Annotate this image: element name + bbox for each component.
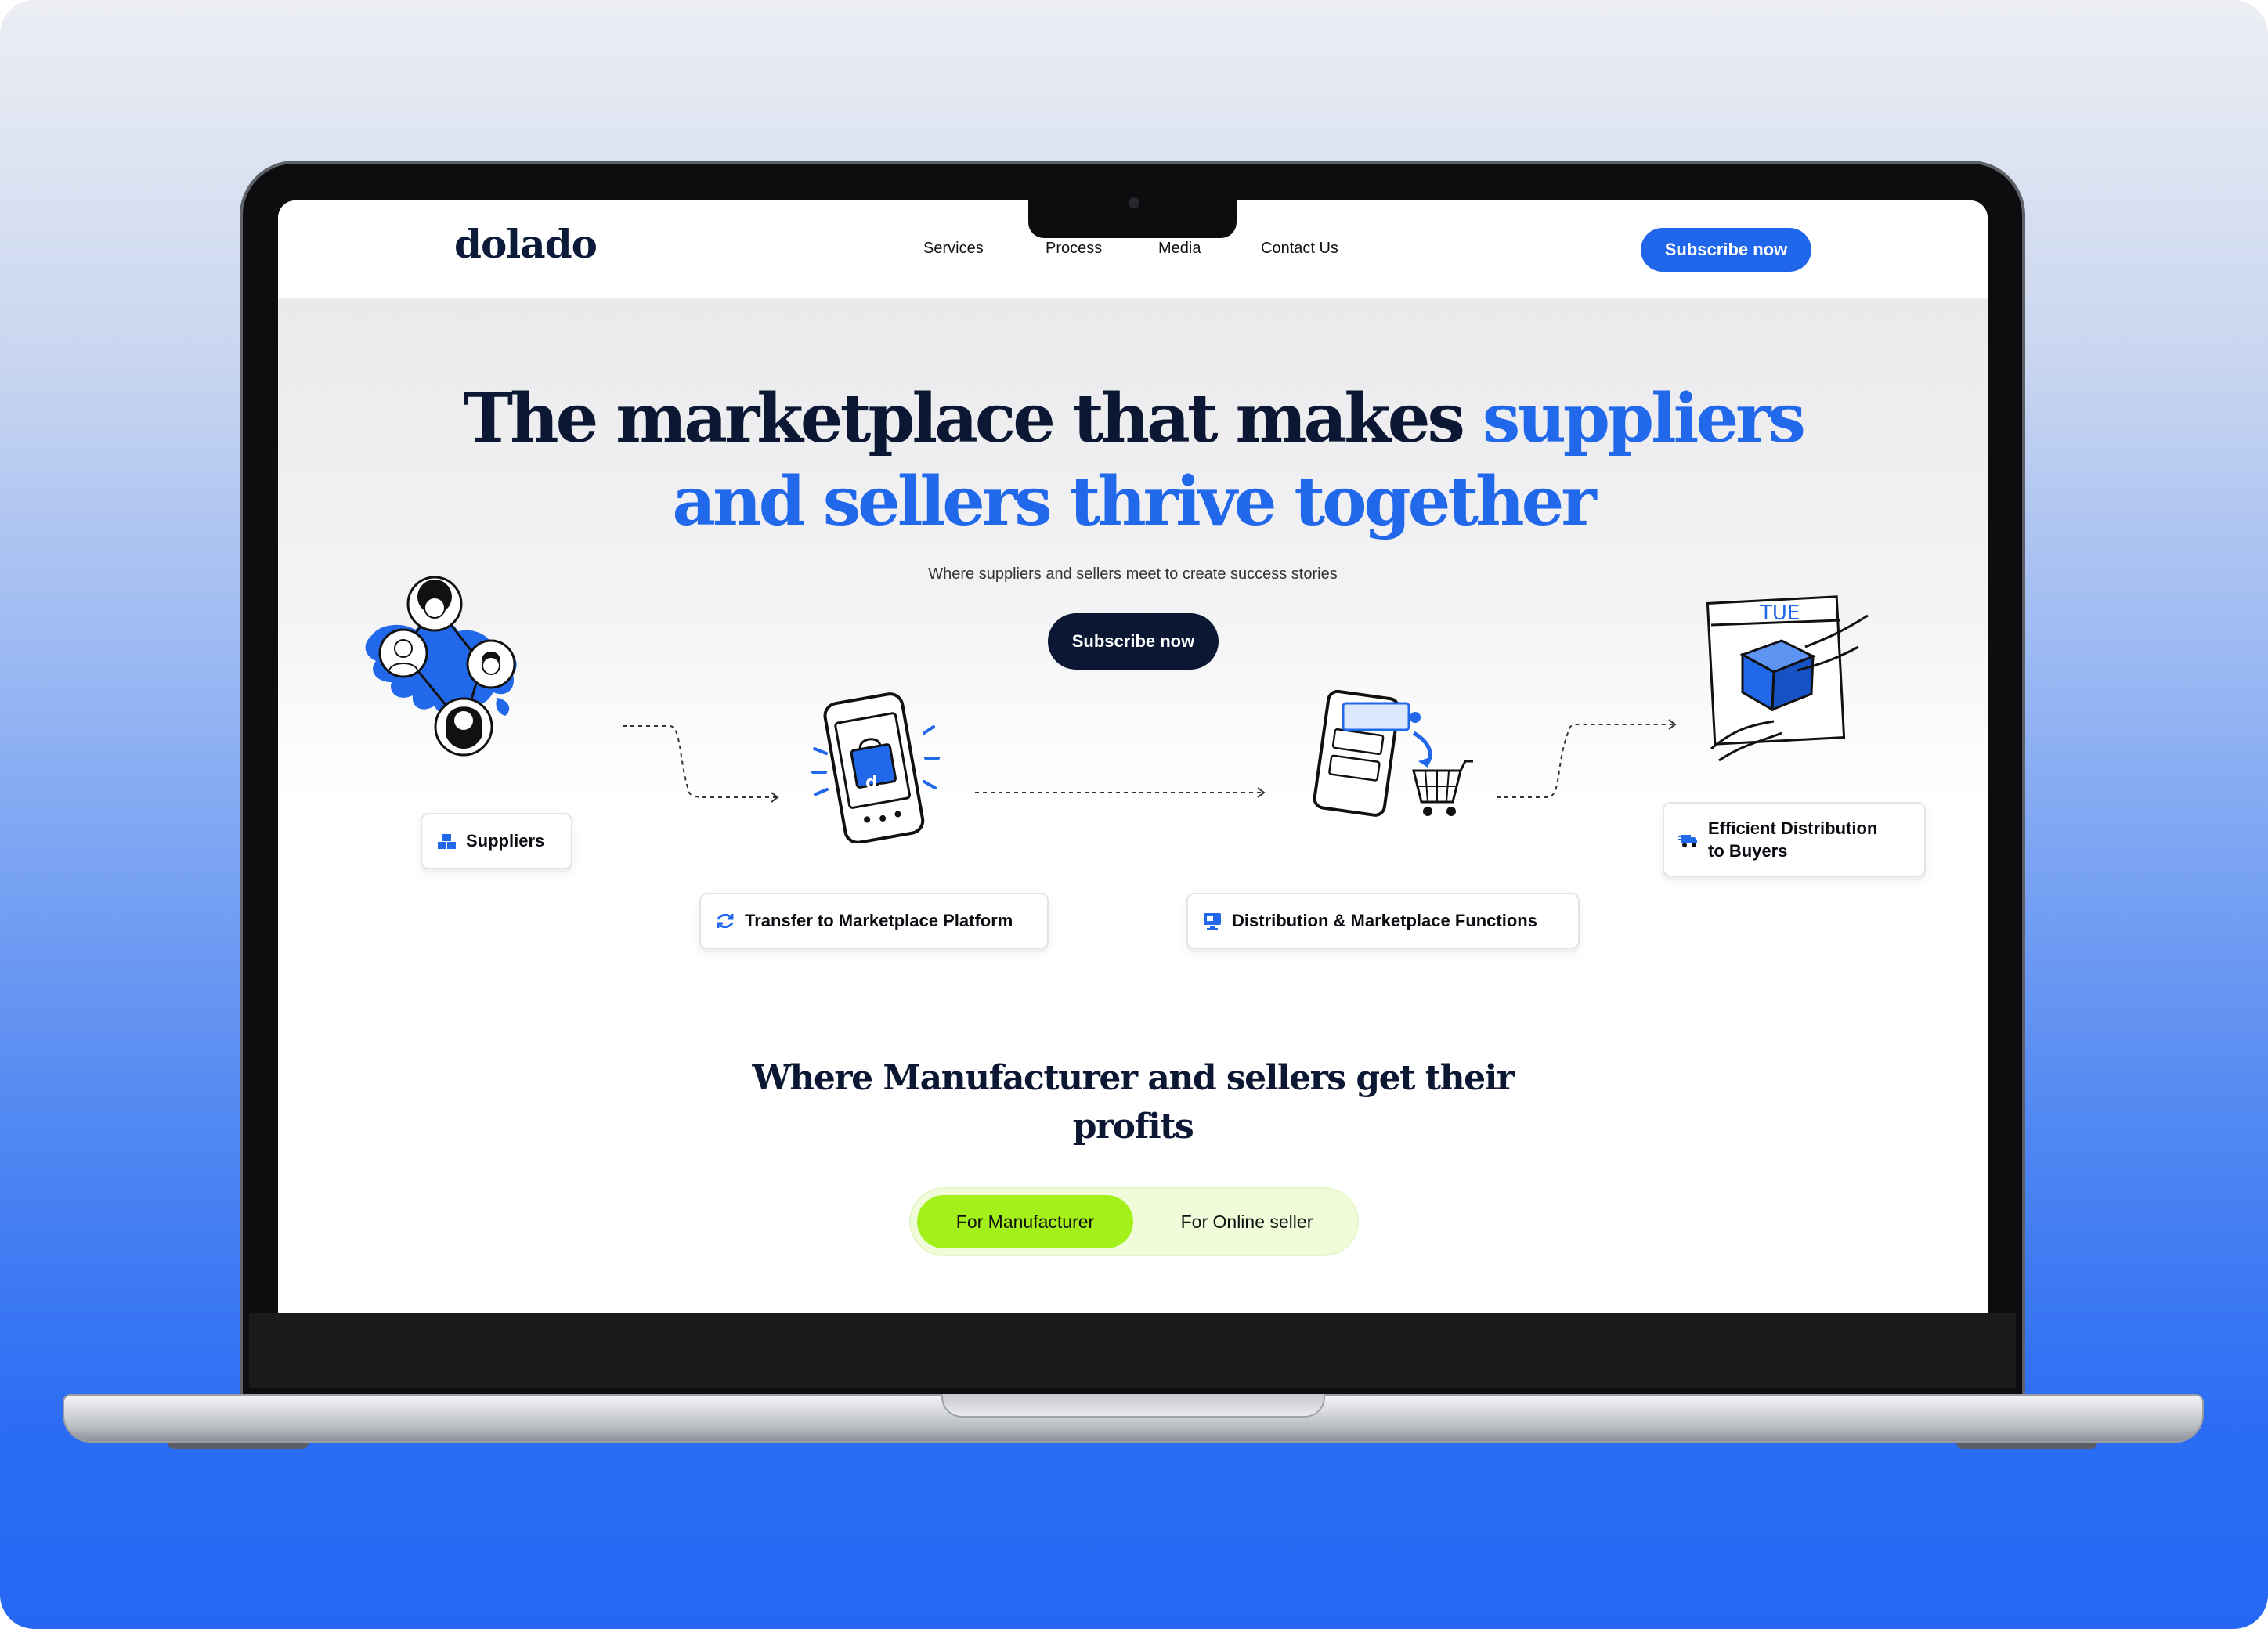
presentation-background: dolado Services Process Media Contact Us…: [0, 0, 2268, 1629]
monitor-icon: [1204, 913, 1221, 930]
laptop-foot-left: [168, 1443, 309, 1449]
delivery-truck-icon: [1678, 835, 1697, 847]
camera-icon: [1129, 197, 1139, 208]
profits-section-title: Where Manufacturer and sellers get their…: [278, 1054, 1988, 1151]
step-label-line2: to Buyers: [1708, 841, 1788, 861]
tab-for-online-seller[interactable]: For Online seller: [1139, 1195, 1354, 1248]
step-card-distribution: Distribution & Marketplace Functions: [1186, 893, 1580, 949]
laptop-foot-right: [1956, 1443, 2097, 1449]
boxes-icon: [438, 834, 456, 849]
tab-for-manufacturer[interactable]: For Manufacturer: [917, 1195, 1133, 1248]
step-card-efficient-distribution: Efficient Distribution to Buyers: [1663, 802, 1926, 877]
step-card-transfer: Transfer to Marketplace Platform: [699, 893, 1049, 949]
website-screen: dolado Services Process Media Contact Us…: [278, 200, 1988, 1313]
step-label: Efficient Distribution to Buyers: [1708, 817, 1877, 862]
step-label: Distribution & Marketplace Functions: [1232, 911, 1537, 930]
sync-arrows-icon: [717, 913, 734, 929]
step-label-line1: Efficient Distribution: [1708, 818, 1878, 838]
step-label: Suppliers: [466, 831, 545, 851]
profits-title-line1: Where Manufacturer and sellers get their: [752, 1058, 1515, 1098]
profits-title-line2: profits: [1072, 1107, 1194, 1147]
flow-dashed-arrows: [623, 719, 1677, 803]
laptop-bottom-bezel: [249, 1313, 2016, 1388]
laptop-opening-notch: [941, 1394, 1325, 1418]
step-label: Transfer to Marketplace Platform: [745, 911, 1013, 930]
audience-toggle: For Manufacturer For Online seller: [909, 1187, 1359, 1256]
step-card-suppliers: Suppliers: [421, 813, 572, 869]
